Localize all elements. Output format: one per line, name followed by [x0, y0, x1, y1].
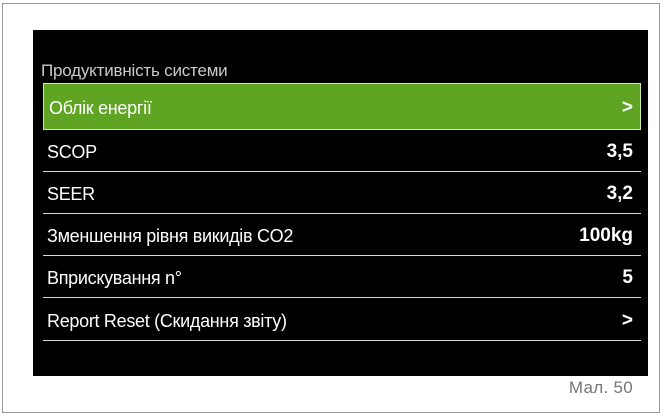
menu-item-injections[interactable]: Вприскування n° 5	[43, 256, 641, 298]
menu-item-label: Облік енергії	[49, 98, 152, 118]
chevron-right-icon: >	[621, 97, 633, 118]
menu-item-value: 3,2	[606, 183, 633, 204]
menu-item-value: 100kg	[579, 225, 633, 246]
menu-item-co2-reduction[interactable]: Зменшення рівня викидів CO2 100kg	[43, 214, 641, 256]
figure-frame: Продуктивність системи Облік енергії > S…	[2, 3, 660, 413]
menu-item-seer[interactable]: SEER 3,2	[43, 172, 641, 214]
menu-item-label: SEER	[47, 184, 95, 204]
device-screen: Продуктивність системи Облік енергії > S…	[33, 30, 648, 376]
menu-item-scop[interactable]: SCOP 3,5	[43, 130, 641, 172]
chevron-right-icon: >	[621, 310, 633, 331]
menu-list: Облік енергії > SCOP 3,5 SEER 3,2 Зменше…	[43, 83, 641, 341]
screen-title: Продуктивність системи	[41, 61, 228, 80]
menu-item-value: 3,5	[606, 141, 633, 162]
menu-item-label: Зменшення рівня викидів CO2	[47, 226, 294, 246]
figure-caption: Мал. 50	[568, 378, 633, 397]
menu-item-value: 5	[622, 267, 633, 288]
menu-item-energy-accounting[interactable]: Облік енергії >	[43, 83, 641, 130]
menu-item-report-reset[interactable]: Report Reset (Скидання звіту) >	[43, 298, 641, 341]
menu-item-label: SCOP	[47, 142, 97, 162]
menu-item-label: Вприскування n°	[47, 268, 182, 288]
menu-item-label: Report Reset (Скидання звіту)	[47, 311, 287, 331]
